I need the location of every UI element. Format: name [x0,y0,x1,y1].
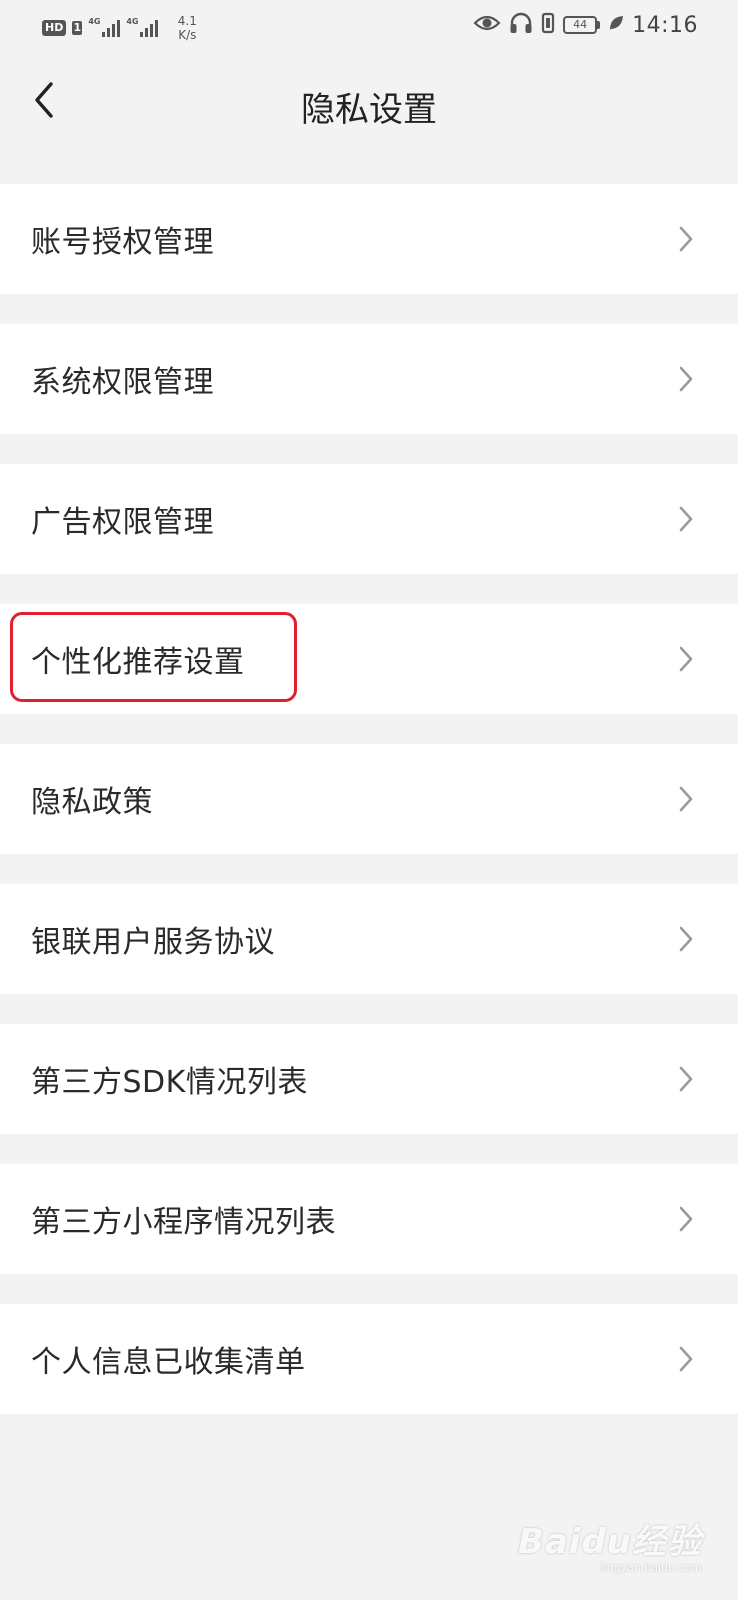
chevron-right-icon [679,1206,693,1232]
status-bar-left: HD 1 4G 4G 4.1 K/s [42,14,202,42]
chevron-right-icon [679,506,693,532]
menu-item-label: 系统权限管理 [31,365,214,400]
vibrate-icon [541,12,555,38]
network-speed-unit: K/s [178,28,197,42]
chevron-right-icon [679,646,693,672]
menu-item-label: 隐私政策 [31,785,153,820]
chevron-right-icon [679,1066,693,1092]
menu-item-account-authorization[interactable]: 账号授权管理 [0,184,738,294]
eye-comfort-icon [473,13,501,37]
privacy-settings-list: 账号授权管理 系统权限管理 广告权限管理 个性化推荐设置 隐私政策 银联用户服务… [0,184,738,1414]
hd-voice-icon: HD [42,20,67,36]
network-type-label-1: 4G [88,17,101,26]
watermark-brand: Baidu经验 [517,1522,702,1562]
page-title: 隐私设置 [301,90,437,130]
watermark: Baidu经验 jingyan.baidu.com [518,1514,702,1574]
signal-strength-icon-2: 4G [126,17,159,37]
chevron-right-icon [679,786,693,812]
menu-item-label: 第三方SDK情况列表 [31,1065,308,1100]
sim-card-icon: 1 [72,21,83,35]
app-header: 隐私设置 [0,60,738,152]
chevron-right-icon [679,926,693,952]
battery-icon: 44 [563,16,601,34]
network-speed-value: 4.1 [177,14,197,28]
menu-item-label: 第三方小程序情况列表 [31,1205,336,1240]
menu-item-collected-personal-info[interactable]: 个人信息已收集清单 [0,1304,738,1414]
menu-item-label: 银联用户服务协议 [31,925,275,960]
chevron-right-icon [679,366,693,392]
menu-item-user-service-agreement[interactable]: 银联用户服务协议 [0,884,738,994]
clock: 14:16 [632,12,698,38]
menu-item-personalized-recommendation[interactable]: 个性化推荐设置 [0,604,738,714]
signal-strength-icon-1: 4G [88,17,121,37]
chevron-right-icon [679,1346,693,1372]
menu-item-label: 个性化推荐设置 [31,645,245,680]
headphones-icon [509,12,533,38]
menu-item-label: 账号授权管理 [31,225,214,260]
network-type-label-2: 4G [126,17,139,26]
chevron-right-icon [679,226,693,252]
menu-item-third-party-sdk-list[interactable]: 第三方SDK情况列表 [0,1024,738,1134]
menu-item-third-party-miniapp-list[interactable]: 第三方小程序情况列表 [0,1164,738,1274]
status-bar: HD 1 4G 4G 4.1 K/s 44 14:16 [0,0,738,54]
leaf-power-saving-icon [608,14,624,36]
network-speed: 4.1 K/s [172,14,202,42]
menu-item-system-permissions[interactable]: 系统权限管理 [0,324,738,434]
battery-level: 44 [563,16,598,34]
menu-item-privacy-policy[interactable]: 隐私政策 [0,744,738,854]
menu-item-label: 个人信息已收集清单 [31,1345,306,1380]
menu-item-label: 广告权限管理 [31,505,214,540]
status-bar-right: 44 14:16 [473,12,698,38]
menu-item-ad-permissions[interactable]: 广告权限管理 [0,464,738,574]
